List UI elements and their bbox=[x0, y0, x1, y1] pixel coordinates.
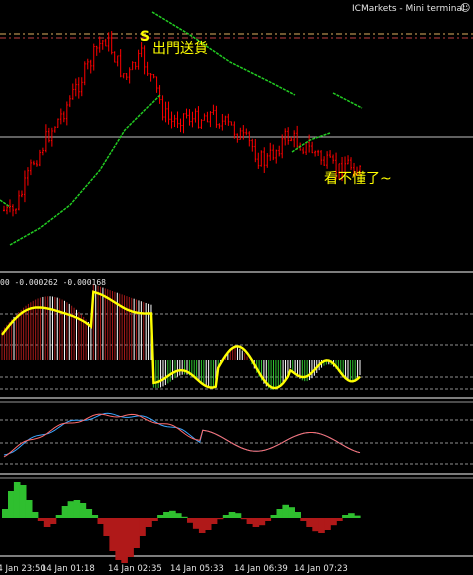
histogram-bar bbox=[228, 512, 236, 518]
window-title: ICMarkets - Mini terminal bbox=[352, 4, 464, 14]
histogram-bar bbox=[103, 518, 110, 536]
histogram-bar bbox=[348, 513, 355, 518]
time-axis: 14 Jan 23:5014 Jan 01:18 14 Jan 02:35 14 J… bbox=[0, 564, 348, 574]
histogram-bar bbox=[270, 515, 278, 518]
trend-line bbox=[0, 199, 11, 208]
histogram-bar bbox=[13, 482, 21, 518]
histogram-bar bbox=[192, 518, 200, 529]
histogram-bar bbox=[258, 518, 266, 526]
trend-line bbox=[332, 92, 363, 109]
histogram-bar bbox=[19, 485, 27, 518]
trend-line bbox=[291, 132, 331, 153]
histogram-bar bbox=[240, 518, 248, 520]
histogram-bar bbox=[175, 513, 182, 518]
histogram-bar bbox=[145, 518, 152, 527]
signal-letter: S bbox=[140, 29, 150, 45]
histogram-bar bbox=[198, 518, 206, 533]
trading-chart: ICMarkets - Mini terminal ☺ S 出門送貨 看不懂了~… bbox=[0, 3, 473, 574]
histogram-bar bbox=[97, 518, 105, 524]
histogram-bar bbox=[25, 500, 33, 518]
histogram-bar bbox=[300, 518, 307, 521]
oscillator-line bbox=[3, 412, 361, 456]
histogram-bar bbox=[115, 518, 122, 560]
histogram-bar bbox=[73, 500, 81, 518]
histogram-bar bbox=[210, 518, 218, 524]
histogram-bar bbox=[8, 491, 15, 518]
trend-line bbox=[9, 94, 161, 246]
histogram-bar bbox=[288, 507, 295, 518]
histogram-bar bbox=[336, 518, 343, 521]
time-label: 14 Jan 06:39 bbox=[234, 564, 288, 574]
histogram-bar bbox=[181, 516, 188, 518]
histogram-bar bbox=[151, 518, 158, 521]
histogram-bar bbox=[264, 518, 272, 521]
macd-value-label: 00 -0.000262 -0.000168 bbox=[0, 278, 106, 287]
histogram-bar bbox=[121, 518, 128, 563]
histogram-panel bbox=[2, 482, 361, 563]
histogram-bar bbox=[79, 503, 87, 518]
smiley-icon: ☺ bbox=[460, 3, 470, 14]
histogram-bar bbox=[49, 518, 57, 524]
oscillator-line bbox=[3, 413, 361, 458]
histogram-bar bbox=[306, 518, 313, 527]
time-label: 14 Jan 01:18 bbox=[41, 564, 95, 574]
price-panel bbox=[0, 11, 473, 246]
histogram-bar bbox=[133, 518, 140, 548]
histogram-bar bbox=[157, 515, 164, 518]
histogram-bar bbox=[222, 515, 230, 518]
histogram-bar bbox=[330, 518, 337, 526]
histogram-bar bbox=[55, 515, 63, 518]
annotation-top: 出門送貨 bbox=[152, 40, 208, 57]
histogram-bar bbox=[276, 509, 284, 518]
histogram-bar bbox=[342, 515, 349, 518]
histogram-bar bbox=[91, 515, 99, 518]
time-label: 14 Jan 02:35 bbox=[108, 564, 162, 574]
histogram-bar bbox=[43, 518, 51, 527]
histogram-bar bbox=[127, 518, 134, 557]
time-label: 14 Jan 07:23 bbox=[294, 564, 348, 574]
histogram-bar bbox=[61, 506, 69, 518]
histogram-bar bbox=[246, 518, 254, 524]
histogram-bar bbox=[169, 510, 176, 518]
histogram-bar bbox=[312, 518, 319, 532]
histogram-bar bbox=[282, 504, 289, 518]
oscillator-panel bbox=[0, 412, 473, 465]
histogram-bar bbox=[234, 513, 242, 518]
macd-signal-line bbox=[1, 290, 361, 390]
histogram-bar bbox=[31, 512, 39, 518]
histogram-bar bbox=[354, 515, 361, 518]
histogram-bar bbox=[204, 518, 212, 530]
histogram-bar bbox=[187, 518, 194, 523]
histogram-bar bbox=[2, 509, 9, 518]
histogram-bar bbox=[109, 518, 116, 551]
histogram-bar bbox=[324, 518, 331, 530]
macd-panel bbox=[0, 284, 473, 390]
histogram-bar bbox=[139, 518, 146, 536]
histogram-bar bbox=[85, 509, 93, 518]
time-label: 14 Jan 05:33 bbox=[170, 564, 224, 574]
histogram-bar bbox=[294, 512, 301, 518]
histogram-bar bbox=[37, 518, 45, 521]
histogram-bar bbox=[252, 518, 260, 527]
histogram-bar bbox=[318, 518, 325, 533]
histogram-bar bbox=[216, 518, 224, 520]
histogram-bar bbox=[67, 501, 75, 518]
time-label: 14 Jan 23:50 bbox=[0, 564, 46, 574]
histogram-bar bbox=[163, 512, 170, 518]
annotation-bottom: 看不懂了~ bbox=[324, 171, 392, 187]
